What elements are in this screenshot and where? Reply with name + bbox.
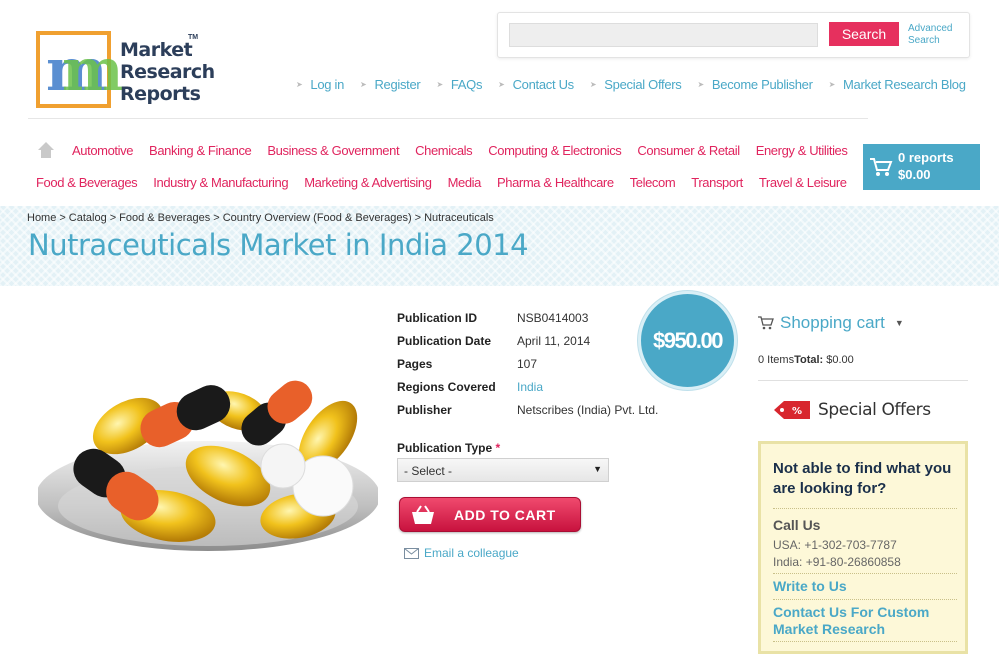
arrow-icon: ➤ [828, 79, 836, 89]
help-question: Not able to find what you are looking fo… [773, 460, 952, 497]
category-travel-leisure[interactable]: Travel & Leisure [759, 175, 847, 190]
svg-text:%: % [792, 406, 802, 417]
cart-icon [870, 158, 893, 176]
category-media[interactable]: Media [448, 175, 482, 190]
cart-total: $0.00 [898, 167, 931, 182]
publication-id-label: Publication ID [397, 311, 478, 325]
nav-special-offers[interactable]: ➤ Special Offers [590, 75, 682, 93]
category-nav-row-2: Food & Beverages Industry & Manufacturin… [36, 175, 847, 190]
nav-contact-us[interactable]: ➤ Contact Us [498, 75, 574, 93]
category-energy-utilities[interactable]: Energy & Utilities [756, 143, 848, 158]
search-input[interactable] [509, 23, 818, 47]
category-marketing-advertising[interactable]: Marketing & Advertising [304, 175, 432, 190]
regions-link[interactable]: India [517, 380, 543, 394]
breadcrumb: Home > Catalog > Food & Beverages > Country Ov… [27, 212, 494, 224]
help-box: Not able to find what you are looking fo… [758, 441, 968, 654]
logo-wordmark: Market Research Reports [120, 39, 215, 105]
discount-tag-icon: % [774, 401, 810, 419]
add-to-cart-button[interactable]: ADD TO CART [399, 497, 581, 532]
call-us-heading: Call Us [773, 517, 821, 533]
email-colleague-link[interactable]: Email a colleague [404, 546, 519, 560]
arrow-icon: ➤ [296, 79, 303, 89]
cart-report-count: 0 reports [898, 150, 954, 165]
arrow-icon: ➤ [360, 79, 367, 89]
publisher-value: Netscribes (India) Pvt. Ltd. [517, 403, 659, 417]
help-divider [773, 599, 957, 600]
publication-date-value: April 11, 2014 [517, 334, 591, 348]
category-computing-electronics[interactable]: Computing & Electronics [488, 143, 622, 158]
logo-mark-icon: mm [36, 31, 123, 108]
category-chemicals[interactable]: Chemicals [415, 143, 472, 158]
shopping-cart-header[interactable]: Shopping cart ▼ [758, 313, 904, 333]
sidebar-divider [758, 380, 968, 381]
dropdown-arrow-icon: ▼ [593, 464, 602, 474]
category-nav-row-1: Automotive Banking & Finance Business & … [72, 143, 848, 158]
pages-value: 107 [517, 357, 538, 371]
help-divider [773, 573, 957, 574]
nav-become-publisher[interactable]: ➤ Become Publisher [698, 75, 813, 93]
arrow-icon: ➤ [589, 79, 597, 89]
price-badge: $950.00 [638, 291, 737, 390]
category-business-government[interactable]: Business & Government [267, 143, 399, 158]
breadcrumb-food-beverages[interactable]: Food & Beverages [119, 212, 210, 224]
search-button[interactable]: Search [829, 22, 899, 46]
custom-research-link[interactable]: Contact Us For Custom Market Research [773, 604, 965, 638]
category-pharma-healthcare[interactable]: Pharma & Healthcare [497, 175, 614, 190]
required-mark: * [495, 441, 501, 455]
arrow-icon: ➤ [697, 79, 705, 89]
arrow-icon: ➤ [498, 79, 505, 89]
basket-icon [412, 505, 434, 524]
cart-icon [758, 316, 774, 330]
envelope-icon [404, 547, 419, 559]
advanced-search-link[interactable]: Advanced Search [908, 23, 952, 47]
nav-blog[interactable]: ➤ Market Research Blog [829, 75, 966, 93]
breadcrumb-home[interactable]: Home [27, 212, 56, 224]
breadcrumb-current: Nutraceuticals [424, 212, 494, 224]
search-panel: Search Advanced Search [497, 12, 970, 58]
chevron-down-icon: ▼ [894, 318, 904, 328]
category-consumer-retail[interactable]: Consumer & Retail [637, 143, 740, 158]
nav-faqs[interactable]: ➤ FAQs [436, 75, 482, 93]
header-divider [28, 118, 868, 119]
arrow-icon: ➤ [436, 79, 443, 89]
category-transport[interactable]: Transport [691, 175, 743, 190]
category-industry-manufacturing[interactable]: Industry & Manufacturing [153, 175, 288, 190]
publication-type-label: Publication Type * [397, 441, 501, 455]
nav-register[interactable]: ➤ Register [360, 75, 421, 93]
help-divider [773, 641, 957, 642]
regions-label: Regions Covered [397, 380, 496, 394]
usa-phone: USA: +1-302-703-7787 [773, 538, 897, 552]
publication-id-value: NSB0414003 [517, 311, 589, 325]
india-phone: India: +91-80-26860858 [773, 555, 901, 569]
top-nav: ➤ Log in ➤ Register ➤ FAQs ➤ Contact Us ➤ Spe… [296, 75, 966, 93]
category-food-beverages[interactable]: Food & Beverages [36, 175, 138, 190]
breadcrumb-catalog[interactable]: Catalog [69, 212, 107, 224]
category-banking-finance[interactable]: Banking & Finance [149, 143, 252, 158]
shopping-cart-summary: 0 ItemsTotal: $0.00 [758, 354, 854, 366]
logo-trademark: TM [188, 34, 199, 41]
category-telecom[interactable]: Telecom [630, 175, 676, 190]
header-cart-button[interactable]: 0 reports $0.00 [863, 144, 980, 190]
pages-label: Pages [397, 357, 433, 371]
page-title: Nutraceuticals Market in India 2014 [28, 228, 529, 262]
help-divider [773, 508, 957, 509]
site-logo[interactable]: mm Market Research Reports TM [36, 31, 215, 111]
publication-date-label: Publication Date [397, 334, 492, 348]
write-to-us-link[interactable]: Write to Us [773, 578, 847, 595]
publisher-label: Publisher [397, 403, 452, 417]
product-image [38, 380, 378, 551]
category-automotive[interactable]: Automotive [72, 143, 133, 158]
special-offers-link[interactable]: % Special Offers [772, 398, 931, 422]
nav-log-in[interactable]: ➤ Log in [296, 75, 344, 93]
publication-type-select[interactable]: - Select - ▼ [397, 458, 609, 482]
home-icon[interactable] [37, 141, 55, 159]
breadcrumb-country-overview[interactable]: Country Overview (Food & Beverages) [223, 212, 412, 224]
